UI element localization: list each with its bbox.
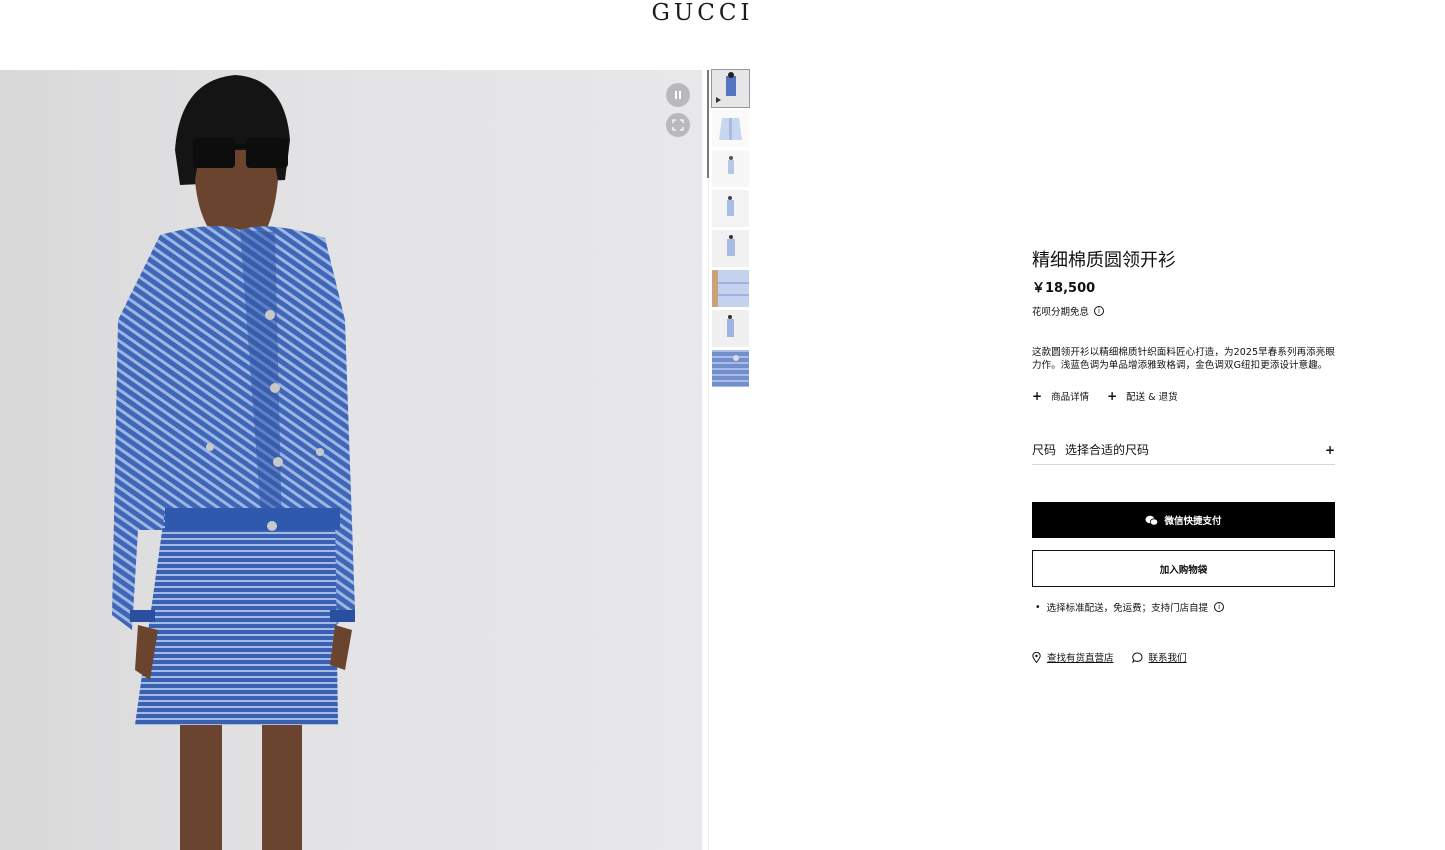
size-selector[interactable]: 尺码 选择合适的尺码 + [1032, 441, 1335, 465]
thumbnail-list [711, 69, 750, 390]
model-illustration [112, 75, 355, 850]
location-pin-icon [1032, 651, 1041, 663]
shipping-returns-toggle[interactable]: + 配送 & 退货 [1107, 389, 1178, 403]
front-view-thumbnail[interactable] [712, 230, 749, 267]
wechat-icon [1145, 515, 1159, 526]
support-links: 查找有货直营店 联系我们 [1032, 650, 1335, 664]
thumbnail-scrollbar[interactable] [707, 70, 709, 178]
pause-icon [675, 91, 681, 99]
button-detail-thumbnail[interactable] [712, 350, 749, 387]
contact-us-link[interactable]: 联系我们 [1131, 650, 1187, 664]
add-to-bag-button[interactable]: 加入购物袋 [1032, 550, 1335, 587]
thumbnail-rail-divider [708, 70, 709, 850]
fullscreen-button[interactable] [666, 113, 690, 137]
installment-text: 花呗分期免息 [1032, 307, 1090, 318]
fabric-detail-thumbnail[interactable] [712, 270, 749, 307]
plus-icon: + [1032, 389, 1043, 403]
size-selector-label: 尺码 选择合适的尺码 [1032, 441, 1149, 458]
info-icon[interactable]: i [1094, 306, 1105, 316]
plus-icon: + [1107, 389, 1118, 403]
find-store-link[interactable]: 查找有货直营店 [1032, 650, 1114, 664]
product-details-toggle[interactable]: + 商品详情 [1032, 389, 1089, 403]
product-details-label: 商品详情 [1051, 392, 1090, 403]
product-description: 这款圆领开衫以精细棉质针织面料匠心打造，为2025早春系列再添亮眼力作。浅蓝色调… [1032, 347, 1335, 371]
shipping-note-text: 选择标准配送，免运费；支持门店自提 [1046, 603, 1209, 614]
shipping-note: • 选择标准配送，免运费；支持门店自提 i [1032, 600, 1335, 614]
installment-note: 花呗分期免息 i [1032, 304, 1335, 318]
cardigan-flat-thumbnail[interactable] [712, 110, 749, 147]
shipping-returns-label: 配送 & 退货 [1126, 392, 1178, 403]
product-price: ￥18,500 [1032, 281, 1096, 296]
full-look-thumbnail[interactable] [712, 310, 749, 347]
product-info-panel: 精细棉质圆领开衫 ￥18,500 花呗分期免息 i 这款圆领开衫以精细棉质针织面… [1032, 250, 1335, 664]
side-view-thumbnail[interactable] [712, 190, 749, 227]
add-to-bag-label: 加入购物袋 [1159, 564, 1208, 576]
gucci-logo[interactable]: GUCCI [0, 0, 1405, 28]
pause-button[interactable] [666, 83, 690, 107]
size-placeholder: 选择合适的尺码 [1065, 443, 1150, 457]
plus-icon: + [1324, 442, 1335, 457]
look-video-thumbnail[interactable] [711, 69, 750, 108]
wechat-pay-label: 微信快捷支付 [1164, 516, 1222, 527]
size-label: 尺码 [1032, 443, 1057, 457]
bullet-icon: • [1035, 601, 1041, 613]
fullscreen-icon [672, 119, 684, 131]
contact-label: 联系我们 [1148, 653, 1187, 664]
chat-bubble-icon [1131, 652, 1142, 663]
info-icon[interactable]: i [1214, 602, 1225, 612]
back-view-thumbnail[interactable] [712, 150, 749, 187]
product-hero-image [0, 70, 702, 850]
product-title: 精细棉质圆领开衫 [1032, 250, 1176, 271]
wechat-pay-button[interactable]: 微信快捷支付 [1032, 502, 1335, 538]
find-store-label: 查找有货直营店 [1047, 653, 1114, 664]
product-expanders: + 商品详情 + 配送 & 退货 [1032, 389, 1335, 403]
